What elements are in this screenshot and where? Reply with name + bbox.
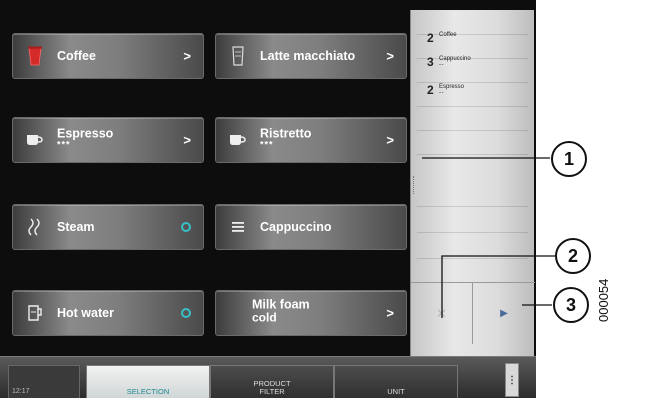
product-label: Espresso ***	[57, 126, 114, 150]
product-label: Cappuccino	[260, 220, 332, 234]
status-ring-icon	[181, 308, 191, 318]
divider	[417, 106, 528, 107]
red-cup-icon	[25, 45, 45, 67]
divider	[417, 232, 528, 233]
order-product-name: Espresso --	[439, 84, 465, 96]
product-label: Steam	[57, 220, 95, 234]
product-button-latte-macchiato[interactable]: Latte macchiato >	[215, 33, 407, 79]
divider	[417, 258, 528, 259]
bottom-navigation-bar: 12:17 SELECTION PRODUCT FILTER UNIT ⋮	[0, 356, 536, 398]
scroll-handle[interactable]	[413, 176, 416, 194]
product-button-steam[interactable]: Steam	[12, 204, 204, 250]
order-product-name: Coffee	[439, 32, 457, 38]
product-label: Ristretto ***	[260, 126, 312, 150]
chevron-right-icon: >	[386, 305, 394, 321]
product-label: Milk foam cold	[252, 297, 310, 325]
tab-unit[interactable]: UNIT	[334, 365, 458, 398]
order-quantity: 3	[427, 55, 434, 69]
clock-display: 12:17	[8, 365, 80, 398]
status-ring-icon	[181, 222, 191, 232]
order-strength: --	[439, 62, 444, 68]
order-list-item[interactable]: 3 Cappuccino --	[427, 56, 471, 68]
product-button-milk-foam[interactable]: Milk foam cold >	[215, 290, 407, 336]
callout-1: 1	[551, 141, 587, 177]
order-product-name: Cappuccino --	[439, 56, 471, 68]
product-label: Hot water	[57, 306, 114, 320]
chevron-right-icon: >	[183, 132, 191, 148]
chevron-right-icon: >	[386, 48, 394, 64]
start-order-button[interactable]: ▶	[473, 282, 535, 344]
machine-display: Coffee > Latte macchiato > Espresso *** >…	[0, 0, 536, 398]
tab-selection[interactable]: SELECTION	[86, 365, 210, 398]
product-button-hot-water[interactable]: Hot water	[12, 290, 204, 336]
callout-2: 2	[555, 238, 591, 274]
strength-indicator: ***	[57, 139, 71, 150]
product-button-espresso[interactable]: Espresso *** >	[12, 117, 204, 163]
chevron-right-icon: >	[386, 132, 394, 148]
chevron-right-icon: >	[183, 48, 191, 64]
product-label: Latte macchiato	[260, 49, 356, 63]
order-list-panel[interactable]: 2 Coffee 3 Cappuccino -- 2 Espresso -- ✕ ▶	[410, 10, 535, 356]
document-id: 000054	[596, 278, 611, 322]
close-icon: ✕	[436, 305, 447, 321]
espresso-cup-icon	[25, 129, 45, 151]
more-menu-icon[interactable]: ⋮	[505, 363, 519, 397]
divider	[417, 130, 528, 131]
divider	[417, 154, 528, 155]
product-label: Coffee	[57, 49, 96, 63]
play-arrow-icon: ▶	[500, 308, 508, 319]
strength-indicator: ***	[260, 139, 274, 150]
order-strength: --	[439, 90, 444, 96]
latte-glass-icon	[228, 45, 248, 67]
product-sublabel: cold	[252, 310, 277, 325]
product-button-coffee[interactable]: Coffee >	[12, 33, 204, 79]
order-list-item[interactable]: 2 Coffee	[427, 32, 457, 44]
product-button-ristretto[interactable]: Ristretto *** >	[215, 117, 407, 163]
cancel-order-button[interactable]: ✕	[411, 282, 473, 344]
divider	[417, 206, 528, 207]
ristretto-cup-icon	[228, 129, 248, 151]
clock-time: 12:17	[12, 388, 30, 395]
hot-water-icon	[25, 302, 45, 324]
callout-3: 3	[553, 287, 589, 323]
product-button-cappuccino[interactable]: Cappuccino	[215, 204, 407, 250]
order-quantity: 2	[427, 83, 434, 97]
order-list-item[interactable]: 2 Espresso --	[427, 84, 464, 96]
menu-lines-icon	[228, 216, 248, 238]
order-quantity: 2	[427, 31, 434, 45]
steam-icon	[25, 216, 45, 238]
tab-product-filter[interactable]: PRODUCT FILTER	[210, 365, 334, 398]
